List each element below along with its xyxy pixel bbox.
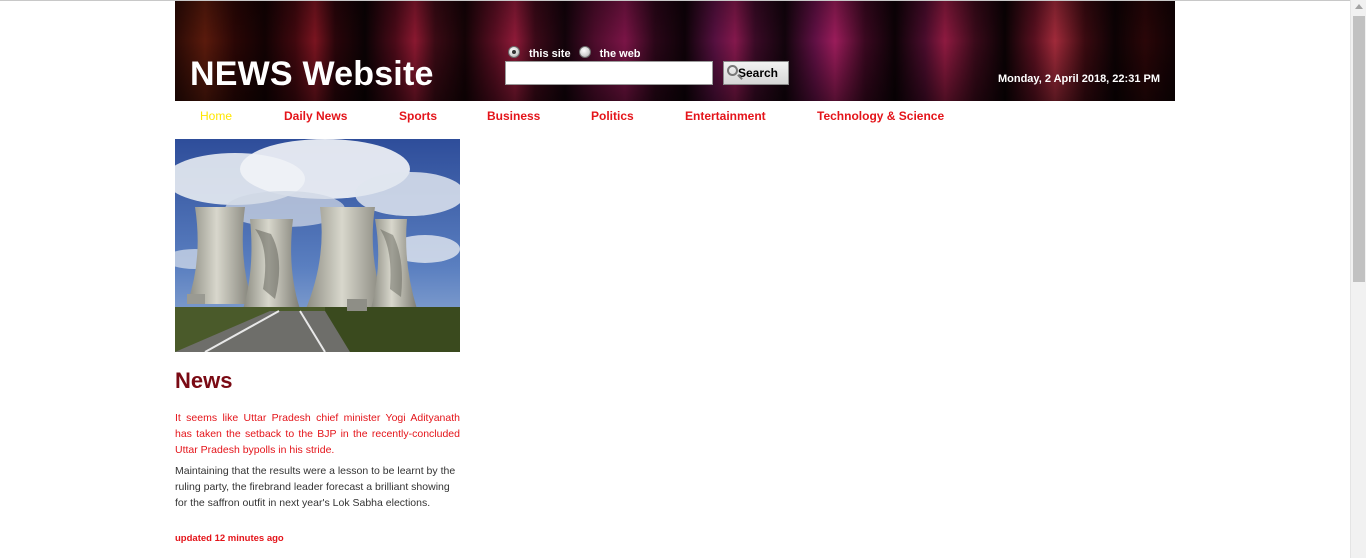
article-updated-time: updated 12 minutes ago [175, 533, 284, 544]
nav-item-daily-news[interactable]: Daily News [284, 109, 347, 123]
magnifier-icon [727, 65, 738, 76]
scroll-up-arrow-icon[interactable] [1355, 4, 1363, 9]
site-header-banner: NEWS Website this site the web Search Mo… [175, 1, 1175, 101]
radio-the-web[interactable] [578, 45, 591, 58]
nav-item-home[interactable]: Home [200, 109, 232, 123]
article-lead[interactable]: It seems like Uttar Pradesh chief minist… [175, 410, 460, 458]
radio-this-site[interactable] [508, 45, 520, 58]
search-button[interactable]: Search [723, 61, 789, 85]
nav-item-business[interactable]: Business [487, 109, 540, 123]
radio-the-web-label[interactable]: the web [600, 48, 641, 60]
search-button-label: Search [737, 66, 779, 80]
article-photo [175, 139, 460, 352]
main-navigation: Home Daily News Sports Business Politics… [175, 101, 1175, 131]
search-scope-options: this site the web [508, 43, 649, 60]
vertical-scrollbar[interactable] [1350, 0, 1366, 558]
nav-item-politics[interactable]: Politics [591, 109, 634, 123]
site-title[interactable]: NEWS Website [190, 55, 434, 94]
article-heading: News [175, 368, 233, 393]
current-datetime: Monday, 2 April 2018, 22:31 PM [997, 73, 1160, 85]
scrollbar-thumb[interactable] [1353, 16, 1365, 282]
search-input[interactable] [505, 61, 713, 85]
radio-this-site-label[interactable]: this site [529, 48, 571, 60]
nav-item-entertainment[interactable]: Entertainment [685, 109, 766, 123]
article-body: Maintaining that the results were a less… [175, 465, 456, 509]
nav-item-technology-science[interactable]: Technology & Science [817, 109, 944, 123]
nav-item-sports[interactable]: Sports [399, 109, 437, 123]
